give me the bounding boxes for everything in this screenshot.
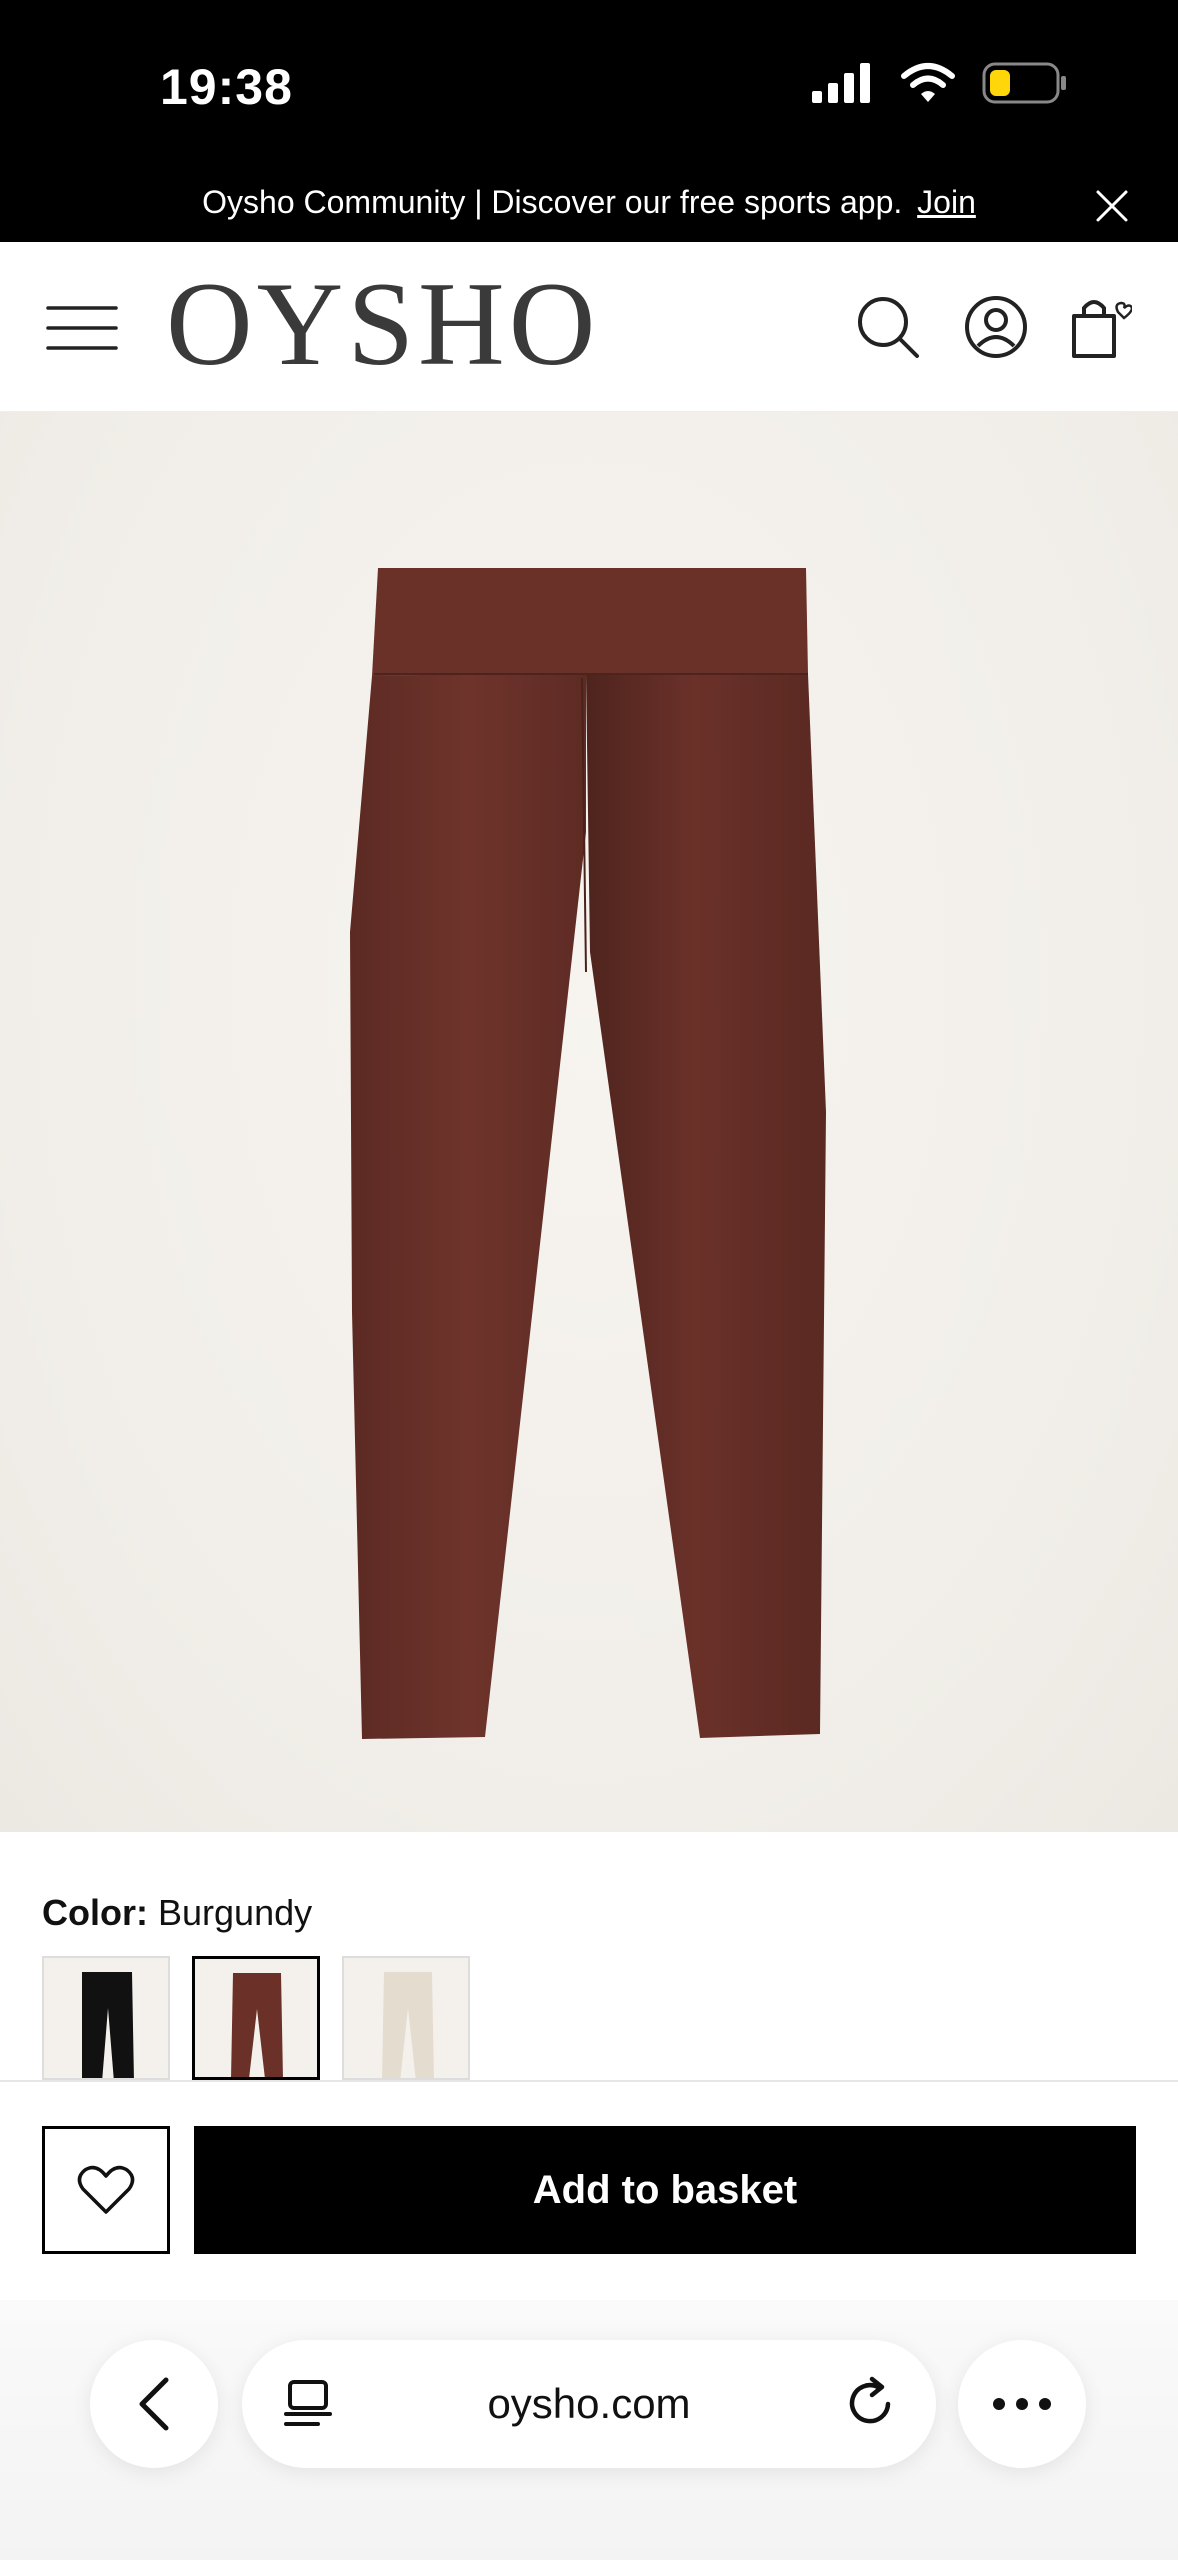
color-value: Burgundy	[158, 1892, 313, 1933]
product-image[interactable]	[0, 412, 1178, 1832]
color-swatches	[42, 1956, 470, 2080]
promo-banner: Oysho Community | Discover our free spor…	[0, 168, 1178, 242]
bag-icon[interactable]	[1066, 294, 1132, 360]
reload-icon[interactable]	[844, 2376, 900, 2432]
menu-icon[interactable]	[46, 300, 118, 356]
color-key: Color:	[42, 1892, 148, 1933]
back-icon	[139, 2377, 169, 2431]
signal-icon	[812, 63, 870, 103]
wifi-icon	[901, 63, 955, 102]
swatch-ivory[interactable]	[342, 1956, 470, 2080]
more-icon	[993, 2398, 1051, 2410]
promo-text-row: Oysho Community | Discover our free spor…	[0, 184, 1178, 221]
site-header: OYSHO	[0, 242, 1178, 412]
color-label: Color: Burgundy	[42, 1892, 312, 1934]
status-icons	[812, 62, 1068, 104]
search-icon[interactable]	[855, 294, 921, 360]
heart-icon	[77, 2165, 135, 2214]
swatch-black[interactable]	[42, 1956, 170, 2080]
account-icon[interactable]	[963, 294, 1029, 360]
close-icon[interactable]	[1092, 186, 1132, 226]
battery-icon	[982, 62, 1066, 104]
promo-message: Oysho Community | Discover our free spor…	[202, 184, 903, 220]
back-button[interactable]	[90, 2340, 218, 2468]
oysho-logo[interactable]: OYSHO	[166, 264, 599, 384]
leggings-image	[350, 568, 826, 1739]
address-bar[interactable]: oysho.com	[242, 2340, 936, 2468]
swatch-burgundy[interactable]	[192, 1956, 320, 2080]
join-link[interactable]: Join	[917, 184, 976, 220]
status-bar: 19:38	[0, 0, 1178, 168]
status-time: 19:38	[160, 59, 293, 115]
browser-toolbar: oysho.com	[0, 2300, 1178, 2560]
wishlist-button[interactable]	[42, 2126, 170, 2254]
url-text[interactable]: oysho.com	[242, 2380, 936, 2428]
add-to-basket-button[interactable]: Add to basket	[194, 2126, 1136, 2254]
more-button[interactable]	[958, 2340, 1086, 2468]
